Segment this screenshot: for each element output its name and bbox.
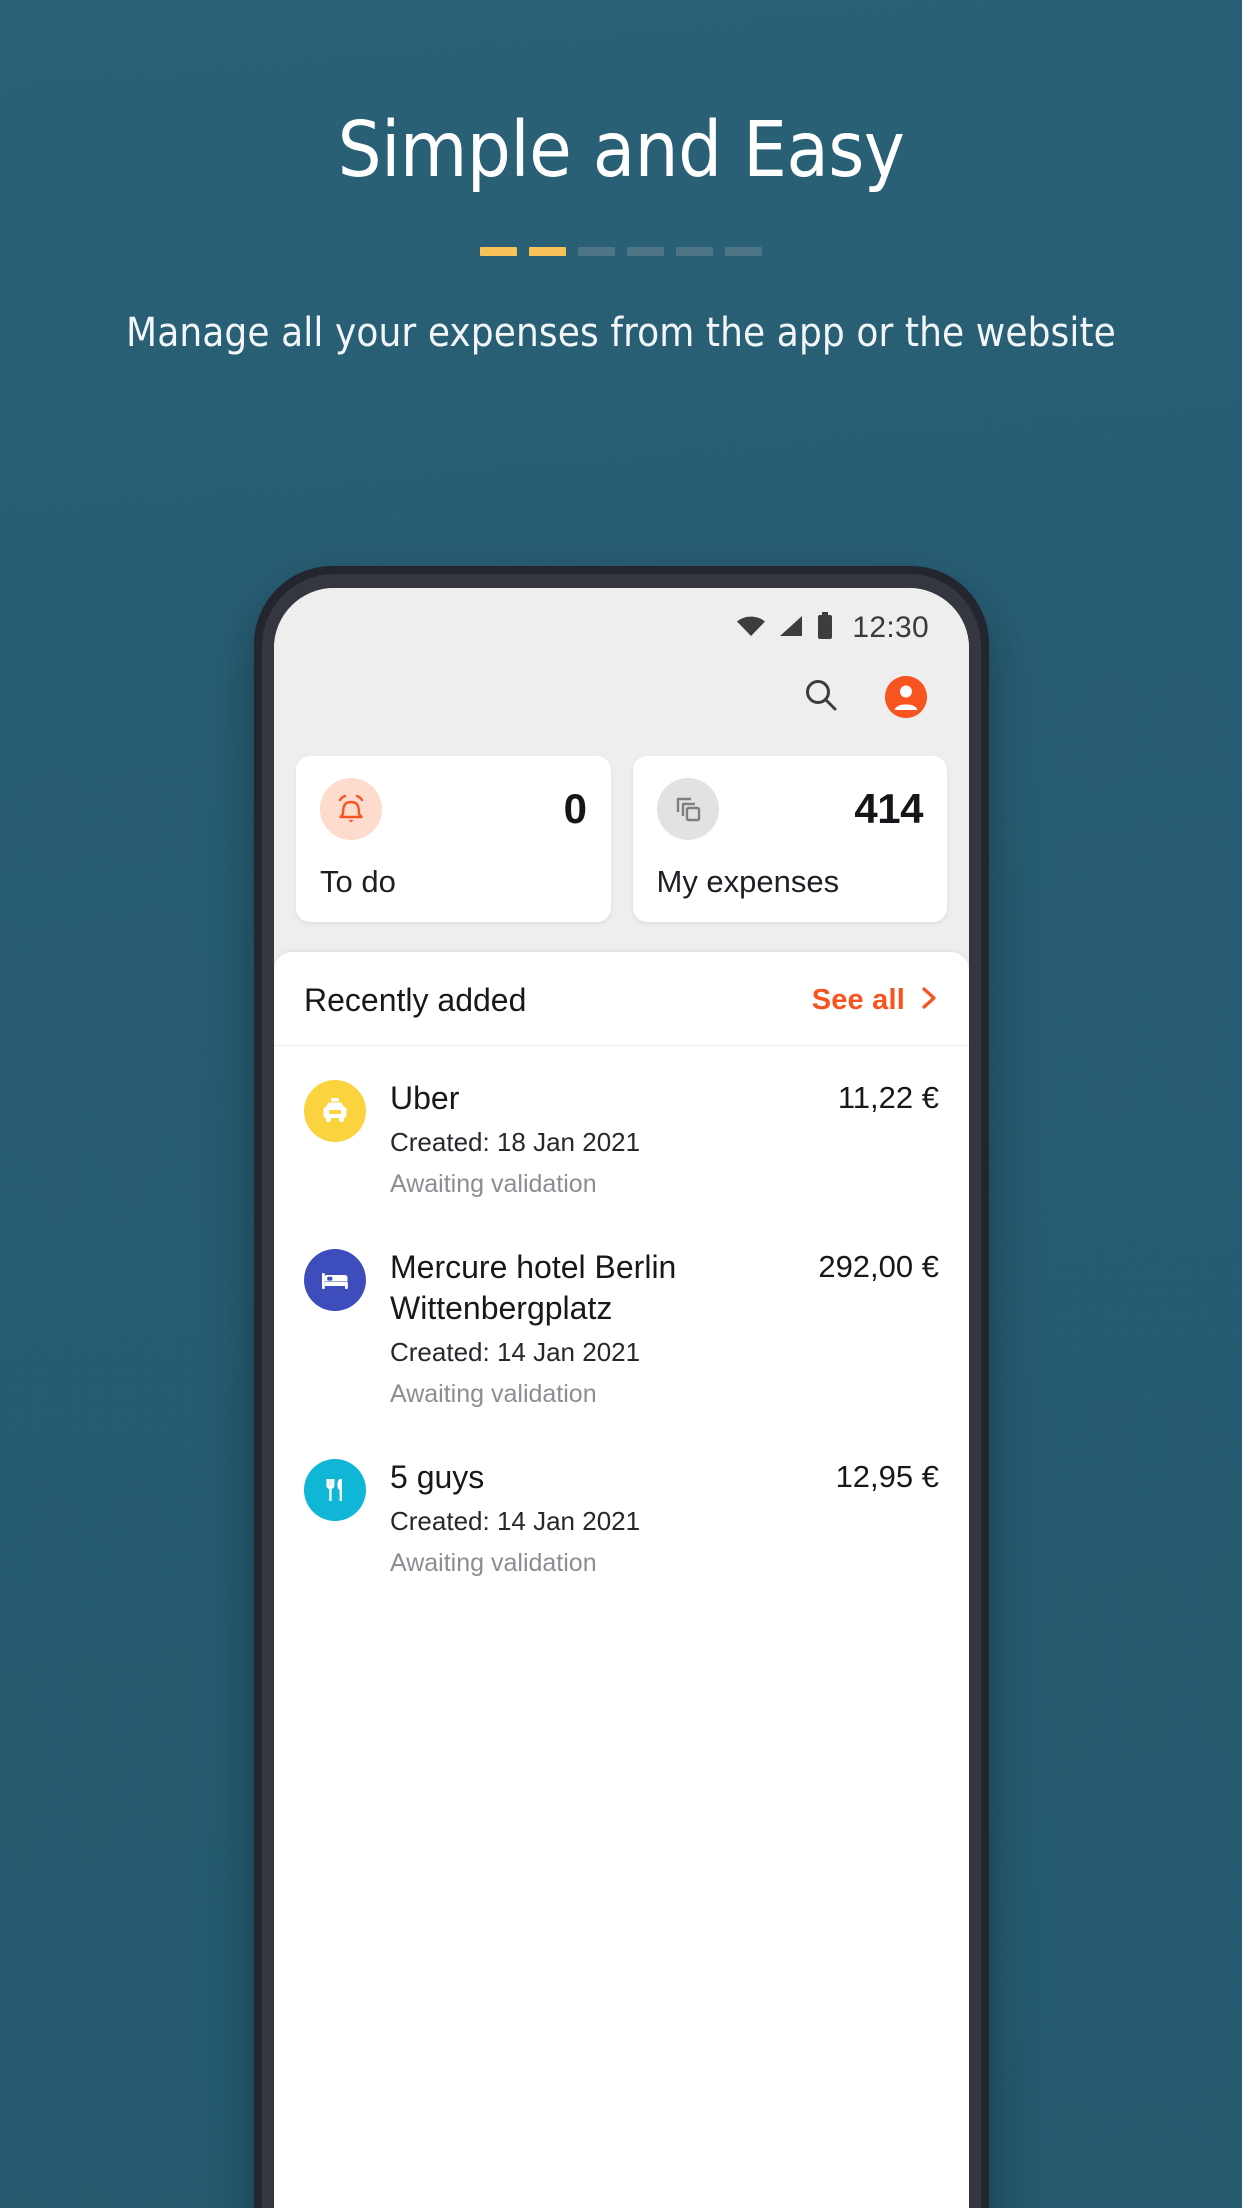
promo-header: Simple and Easy Manage all your expenses… [0, 0, 1242, 359]
see-all-button[interactable]: See all [812, 984, 939, 1017]
expense-amount: 12,95 € [835, 1458, 939, 1494]
stat-card-todo-value: 0 [563, 785, 587, 832]
status-time: 12:30 [852, 611, 929, 644]
list-item-topline: 5 guys 12,95 € [390, 1457, 939, 1498]
stat-card-expenses-label: My expenses [656, 864, 840, 899]
expense-list: Uber 11,22 € Created: 18 Jan 2021 Awaiti… [274, 1046, 969, 1600]
content-sheet: Recently added See all Uber 11,22 € Crea… [274, 952, 969, 2208]
phone-mockup: 12:30 0 To do 414 My expenses Recently a… [254, 566, 989, 2208]
expense-created-date: Created: 14 Jan 2021 [390, 1336, 641, 1367]
list-item[interactable]: 5 guys 12,95 € Created: 14 Jan 2021 Awai… [274, 1431, 969, 1600]
hotel-bed-icon [304, 1248, 366, 1311]
stat-card-expenses-value: 414 [854, 785, 923, 832]
recently-added-header: Recently added See all [274, 952, 969, 1046]
page-title: Simple and Easy [337, 106, 905, 195]
recently-added-title: Recently added [304, 982, 527, 1018]
stat-card-expenses[interactable]: 414 My expenses [632, 756, 947, 922]
progress-bar-4[interactable] [627, 247, 664, 256]
app-bar [274, 654, 969, 740]
chevron-right-icon [919, 984, 939, 1017]
progress-bar-1[interactable] [480, 247, 517, 256]
list-item-topline: Uber 11,22 € [390, 1078, 939, 1119]
taxi-icon [304, 1080, 366, 1142]
list-item[interactable]: Uber 11,22 € Created: 18 Jan 2021 Awaiti… [274, 1052, 969, 1221]
signal-icon [778, 614, 804, 643]
expense-created-date: Created: 18 Jan 2021 [390, 1126, 641, 1157]
see-all-label: See all [811, 984, 905, 1016]
expense-title: Mercure hotel Berlin Wittenbergplatz [390, 1248, 677, 1326]
status-badge: Awaiting validation [390, 1548, 597, 1577]
promo-subtitle: Manage all your expenses from the app or… [126, 310, 1116, 356]
search-icon[interactable] [801, 675, 841, 720]
list-item-body: 5 guys 12,95 € Created: 14 Jan 2021 Awai… [390, 1457, 939, 1578]
status-badge: Awaiting validation [390, 1169, 597, 1198]
alarm-bell-icon [320, 778, 382, 840]
stat-card-expenses-top: 414 [656, 778, 923, 840]
stat-card-todo-label: To do [320, 864, 396, 899]
progress-bar-6[interactable] [725, 247, 762, 256]
phone-screen: 12:30 0 To do 414 My expenses Recently a… [274, 588, 969, 2208]
status-bar: 12:30 [274, 588, 969, 654]
progress-bar-2[interactable] [529, 247, 566, 256]
list-item-topline: Mercure hotel Berlin Wittenbergplatz 292… [390, 1247, 939, 1329]
expense-title: 5 guys [390, 1458, 485, 1495]
battery-icon [816, 611, 834, 645]
list-item-body: Mercure hotel Berlin Wittenbergplatz 292… [390, 1247, 939, 1409]
stat-card-todo[interactable]: 0 To do [296, 756, 611, 922]
stat-card-todo-top: 0 [320, 778, 587, 840]
avatar[interactable] [885, 676, 927, 718]
wifi-icon [736, 614, 766, 643]
carousel-progress-indicator[interactable] [0, 247, 1242, 256]
stat-cards: 0 To do 414 My expenses [274, 740, 969, 952]
list-item-body: Uber 11,22 € Created: 18 Jan 2021 Awaiti… [390, 1078, 939, 1199]
expense-amount: 292,00 € [818, 1248, 939, 1284]
expense-title: Uber [390, 1080, 460, 1116]
list-item[interactable]: Mercure hotel Berlin Wittenbergplatz 292… [274, 1221, 969, 1431]
expense-amount: 11,22 € [837, 1080, 939, 1115]
expense-created-date: Created: 14 Jan 2021 [390, 1505, 641, 1536]
progress-bar-3[interactable] [578, 247, 615, 256]
copy-layers-icon [656, 778, 719, 840]
status-badge: Awaiting validation [390, 1379, 597, 1408]
progress-bar-5[interactable] [676, 247, 713, 256]
restaurant-icon [304, 1458, 366, 1521]
